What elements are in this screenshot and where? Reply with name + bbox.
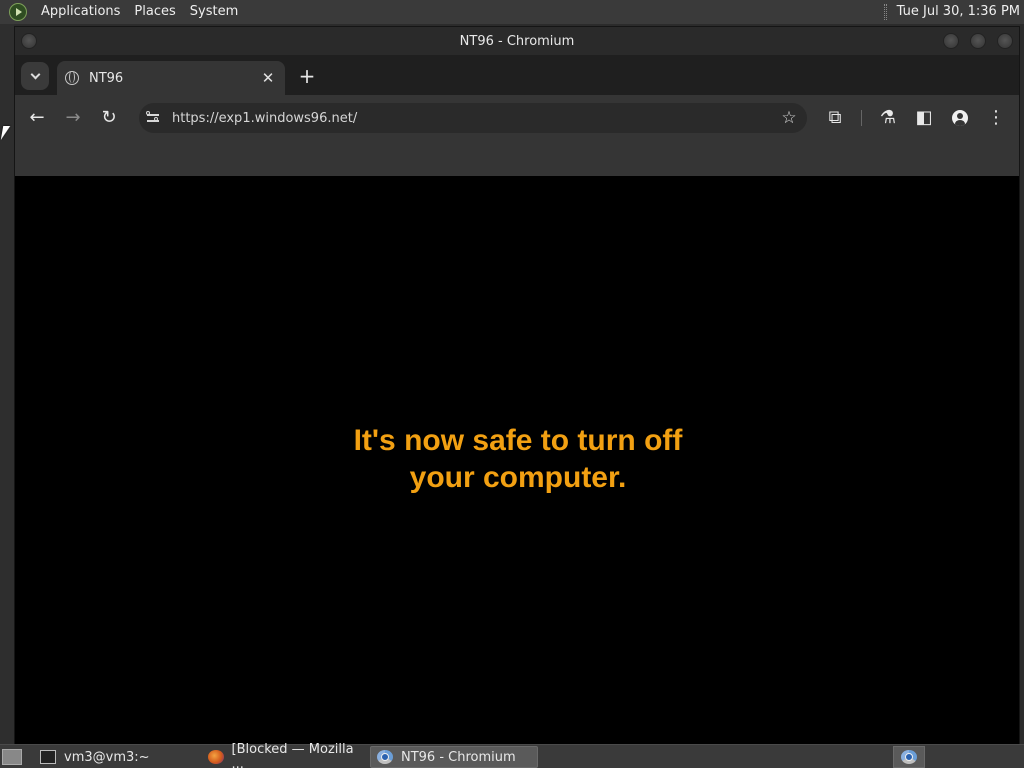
forward-button[interactable]: → — [61, 106, 85, 130]
chevron-down-icon — [30, 69, 40, 80]
taskbar-item-label: vm3@vm3:~ — [64, 749, 150, 765]
clock[interactable]: Tue Jul 30, 1:36 PM — [887, 0, 1020, 24]
show-desktop-icon[interactable] — [2, 749, 22, 765]
extensions-icon[interactable]: ⧉ — [823, 106, 847, 130]
browser-window: NT96 - Chromium NT96 ✕ + ← → ↻ https://e… — [14, 26, 1020, 744]
distro-logo-icon[interactable] — [9, 3, 27, 21]
menu-kebab-icon[interactable]: ⋮ — [984, 106, 1008, 130]
terminal-icon — [40, 750, 56, 764]
shutdown-message-line2: your computer. — [409, 461, 627, 494]
taskbar-item-firefox[interactable]: [Blocked — Mozilla ... — [202, 742, 366, 768]
new-tab-button[interactable]: + — [297, 66, 317, 87]
taskbar-item-label: NT96 - Chromium — [401, 749, 516, 765]
taskbar-item-chromium[interactable]: NT96 - Chromium — [370, 746, 538, 768]
shutdown-message-line1: It's now safe to turn off — [353, 424, 683, 457]
workspace-switcher[interactable] — [893, 746, 925, 768]
reload-button[interactable]: ↻ — [97, 106, 121, 130]
chromium-icon — [901, 750, 917, 764]
profile-button[interactable] — [948, 106, 972, 130]
back-button[interactable]: ← — [25, 106, 49, 130]
chromium-icon — [377, 750, 393, 764]
top-panel: Applications Places System Tue Jul 30, 1… — [0, 0, 1024, 24]
page-content[interactable]: It's now safe to turn off your computer. — [15, 176, 1019, 744]
bottom-panel: vm3@vm3:~ [Blocked — Mozilla ... NT96 - … — [0, 742, 1024, 768]
tab-close-button[interactable]: ✕ — [259, 69, 277, 87]
tab-nt96[interactable]: NT96 ✕ — [57, 61, 285, 95]
places-menu[interactable]: Places — [127, 0, 182, 24]
window-title: NT96 - Chromium — [459, 33, 575, 49]
window-menu-button[interactable] — [21, 33, 37, 49]
side-panel-icon[interactable]: ◧ — [912, 106, 936, 130]
bookmarks-bar — [15, 141, 1019, 176]
site-info-icon[interactable] — [145, 109, 163, 127]
tab-title: NT96 — [89, 70, 124, 86]
minimize-button[interactable] — [943, 33, 959, 49]
applications-menu[interactable]: Applications — [34, 0, 127, 24]
avatar-icon — [952, 110, 968, 126]
window-titlebar[interactable]: NT96 - Chromium — [15, 27, 1019, 55]
system-menu[interactable]: System — [183, 0, 245, 24]
firefox-icon — [208, 750, 224, 764]
taskbar-item-label: [Blocked — Mozilla ... — [231, 742, 354, 768]
globe-icon — [65, 71, 79, 85]
address-bar[interactable]: https://exp1.windows96.net/ ☆ — [139, 103, 807, 133]
labs-icon[interactable]: ⚗ — [876, 106, 900, 130]
bookmark-star-icon[interactable]: ☆ — [777, 108, 801, 128]
toolbar-separator — [861, 110, 862, 126]
taskbar-item-terminal[interactable]: vm3@vm3:~ — [34, 746, 198, 768]
close-window-button[interactable] — [997, 33, 1013, 49]
browser-toolbar: ← → ↻ https://exp1.windows96.net/ ☆ ⧉ ⚗ … — [15, 95, 1019, 141]
maximize-button[interactable] — [970, 33, 986, 49]
tab-search-button[interactable] — [21, 62, 49, 90]
url-text[interactable]: https://exp1.windows96.net/ — [172, 111, 777, 126]
shutdown-message: It's now safe to turn off your computer. — [15, 422, 1021, 496]
tab-strip: NT96 ✕ + — [15, 55, 1019, 95]
